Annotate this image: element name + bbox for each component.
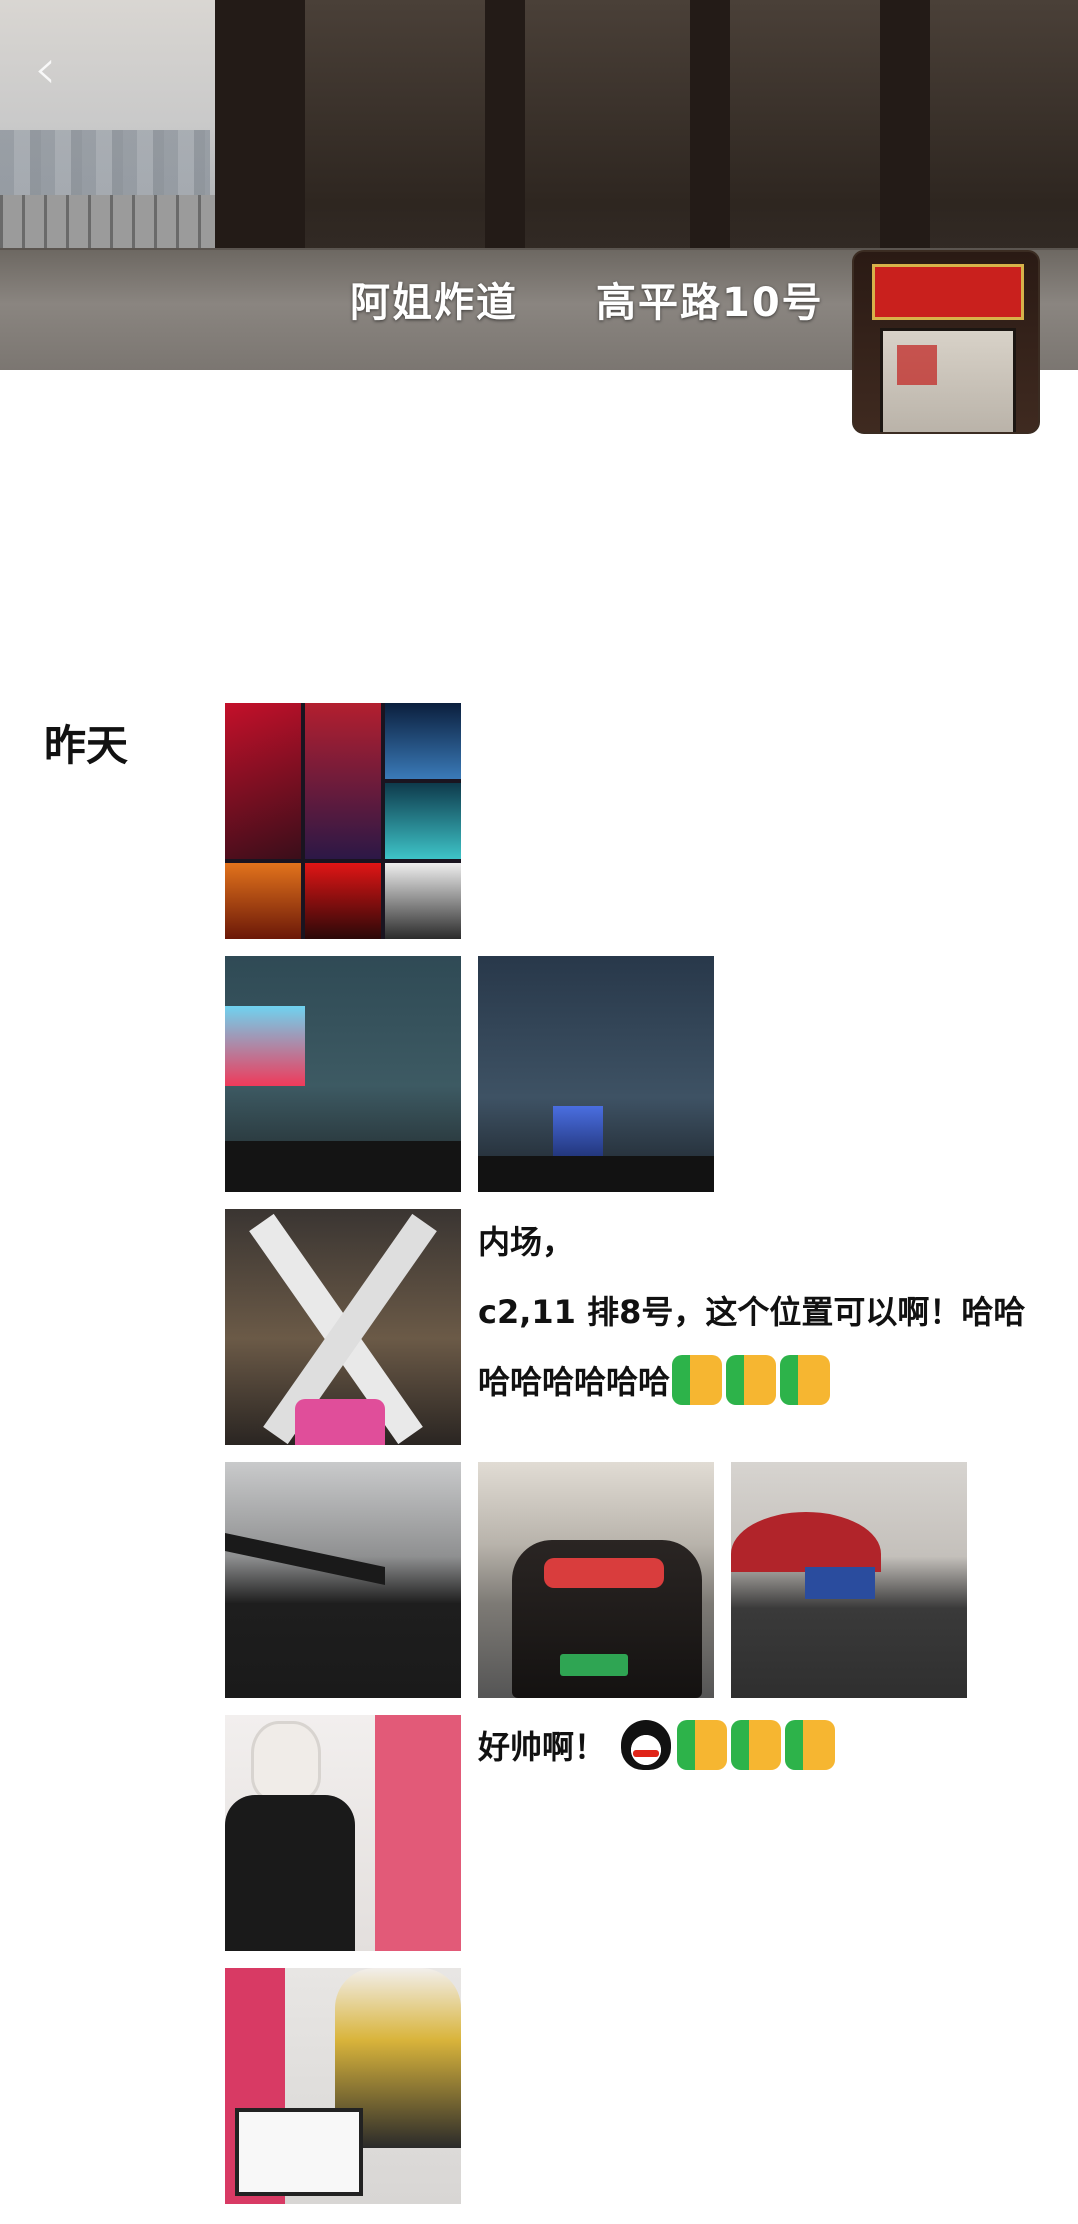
post-photo[interactable] xyxy=(478,1462,714,1698)
qq-penguin-emoji-icon xyxy=(621,1720,672,1770)
cover-pillar xyxy=(880,0,930,270)
post-photo[interactable] xyxy=(731,1462,967,1698)
photo-person xyxy=(295,1399,385,1445)
photo-arena xyxy=(731,1512,881,1572)
shop-name: 阿姐炸道 xyxy=(350,280,518,326)
post-text-line: 哈哈哈哈哈哈 xyxy=(478,1363,671,1401)
thumbs-up-emoji-icon xyxy=(785,1720,836,1770)
post-photo[interactable] xyxy=(478,956,714,1192)
collage-tile xyxy=(385,863,461,939)
photo-person-body xyxy=(225,1795,355,1951)
collage-tile xyxy=(225,703,301,859)
profile-avatar[interactable] xyxy=(852,250,1040,434)
cover-pillar xyxy=(690,0,730,270)
post-photo[interactable] xyxy=(225,956,461,1192)
day-label: 昨天 xyxy=(44,721,129,770)
photo-car-banner xyxy=(544,1558,664,1588)
shop-address: 高平路10号 xyxy=(596,280,824,326)
photo-screen xyxy=(225,1006,305,1086)
thumbs-up-emoji-icon xyxy=(672,1355,723,1405)
cover-city-skyline xyxy=(0,130,210,200)
thumbs-up-emoji-icon xyxy=(780,1355,831,1405)
photo-stage-roof xyxy=(225,1532,385,1586)
cover-pillar xyxy=(215,0,305,270)
photo-crowd xyxy=(478,1156,714,1192)
post-photo[interactable] xyxy=(225,1462,461,1698)
post-photo[interactable] xyxy=(225,1968,461,2204)
collage-tile xyxy=(385,703,461,779)
collage-tile xyxy=(225,863,301,939)
photo-license-plate xyxy=(560,1654,628,1676)
photo-standee xyxy=(375,1715,461,1951)
post-text-line: 内场， xyxy=(478,1223,575,1261)
post-photo[interactable] xyxy=(225,1715,461,1951)
thumbs-up-emoji-icon xyxy=(731,1720,782,1770)
post-photo-collage[interactable] xyxy=(225,703,461,939)
collage-tile xyxy=(305,703,381,859)
shop-door-image xyxy=(880,328,1016,432)
post-photo[interactable] xyxy=(225,1209,461,1445)
post-text: 好帅啊！ xyxy=(478,1728,607,1766)
thumbs-up-emoji-icon xyxy=(677,1720,728,1770)
back-arrow-icon[interactable]: ‹ xyxy=(34,40,74,100)
cover-pillar xyxy=(485,0,525,270)
post-text-line-with-emoji: 哈哈哈哈哈哈 xyxy=(478,1347,1038,1417)
photo-person-head xyxy=(251,1721,321,1801)
post-text-line: c2,11 排8号，这个位置可以啊！哈哈 xyxy=(478,1293,1026,1331)
shop-sign-image xyxy=(872,264,1024,320)
collage-tile xyxy=(385,783,461,859)
cover-railing xyxy=(0,195,215,255)
photo-billboard xyxy=(805,1567,875,1599)
post-text-with-emoji: 好帅啊！ xyxy=(478,1712,1038,1782)
photo-crowd xyxy=(225,1141,461,1192)
thumbs-up-emoji-icon xyxy=(726,1355,777,1405)
collage-tile xyxy=(305,863,381,939)
photo-sign xyxy=(235,2108,363,2196)
